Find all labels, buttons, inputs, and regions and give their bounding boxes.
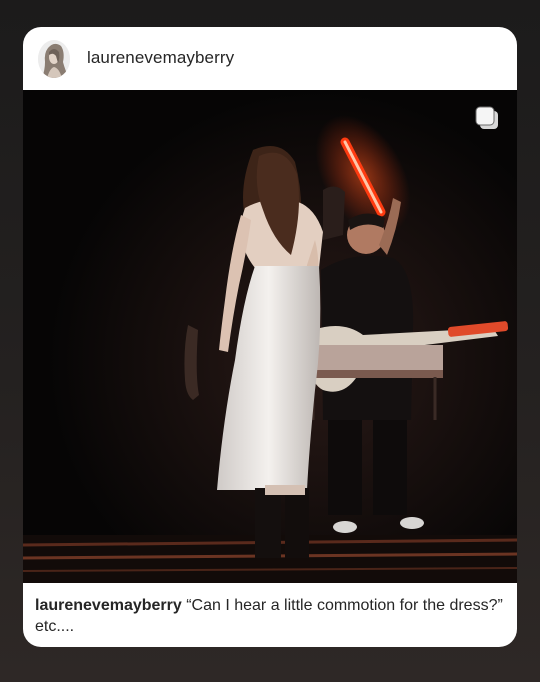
post-caption: laurenevemayberry “Can I hear a little c…: [35, 595, 507, 637]
post-header: laurenevemayberry: [23, 27, 517, 90]
avatar[interactable]: [38, 40, 70, 78]
instagram-post-card: laurenevemayberry laurenevemayberry “Can…: [23, 27, 517, 647]
profile-photo: [38, 40, 70, 78]
post-image[interactable]: [23, 90, 517, 583]
post-username[interactable]: laurenevemayberry: [87, 48, 234, 68]
caption-username[interactable]: laurenevemayberry: [35, 597, 182, 614]
